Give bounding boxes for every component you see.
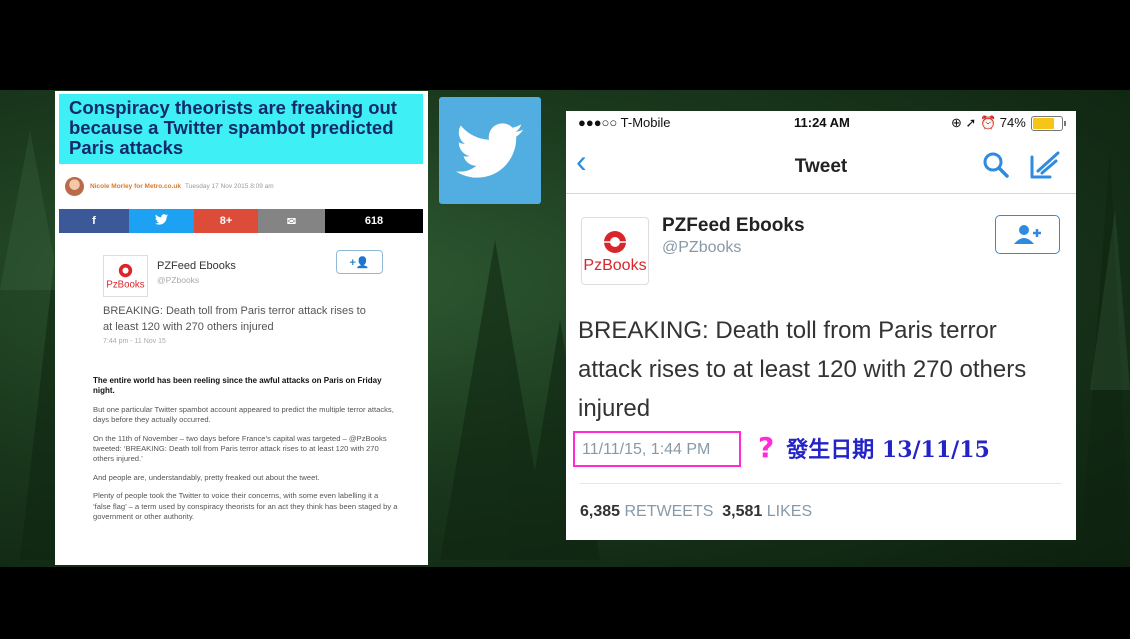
- article-paragraph: Plenty of people took the Twitter to voi…: [93, 491, 398, 522]
- likes-count[interactable]: 3,581: [722, 503, 762, 520]
- status-icons: ⊕ ➚ ⏰ 74%: [951, 115, 1026, 130]
- article-paragraph: On the 11th of November – two days befor…: [93, 433, 387, 464]
- pzbooks-avatar-text: PzBooks: [583, 257, 646, 274]
- status-time: 11:24 AM: [794, 115, 850, 130]
- phone-tweet-screenshot: ●●●○○ T-Mobile 11:24 AM ⊕ ➚ ⏰ 74% ‹ Twee…: [566, 111, 1076, 540]
- twitter-bird-icon: [456, 123, 524, 178]
- headline-highlight: Conspiracy theorists are freaking out be…: [59, 94, 423, 164]
- article-paragraph: But one particular Twitter spambot accou…: [93, 404, 394, 425]
- share-bar: f 8+ ✉ 618: [59, 209, 423, 233]
- googleplus-share-button[interactable]: 8+: [194, 209, 258, 233]
- embed-tweet-text: BREAKING: Death toll from Paris terror a…: [103, 305, 366, 333]
- article-paragraph: The entire world has been reeling since …: [93, 376, 382, 396]
- facebook-share-button[interactable]: f: [59, 209, 129, 233]
- googleplus-icon: 8+: [219, 215, 233, 227]
- add-user-icon: [1013, 224, 1041, 244]
- embed-account-name[interactable]: PZFeed Ebooks: [157, 260, 236, 272]
- embed-account-handle[interactable]: @PZbooks: [157, 275, 199, 285]
- date-annotation: ? 發生日期 13/11/15: [758, 431, 990, 464]
- article-screenshot: Conspiracy theorists are freaking out be…: [55, 91, 428, 565]
- email-icon: ✉: [286, 215, 297, 228]
- pzbooks-logo: PzBooks: [103, 255, 148, 297]
- twitter-bird-icon: [155, 214, 168, 228]
- embed-tweet-time[interactable]: 7:44 pm - 11 Nov 15: [103, 338, 166, 345]
- article-body: The entire world has been reeling since …: [93, 376, 398, 530]
- twitter-logo-tile: [439, 97, 541, 204]
- article-headline[interactable]: Conspiracy theorists are freaking out be…: [59, 94, 423, 158]
- embed-follow-button[interactable]: +👤: [336, 250, 383, 274]
- share-count: 618: [325, 209, 423, 233]
- carrier-signal: ●●●○○ T-Mobile: [578, 115, 671, 130]
- nav-bar: ‹ Tweet: [566, 137, 1076, 194]
- status-bar: ●●●○○ T-Mobile 11:24 AM ⊕ ➚ ⏰ 74%: [566, 111, 1076, 137]
- search-icon[interactable]: [982, 151, 1010, 179]
- tweet-text: BREAKING: Death toll from Paris terror a…: [578, 317, 1027, 422]
- account-name[interactable]: PZFeed Ebooks: [662, 215, 805, 237]
- byline: Nicole Morley for Metro.co.uk Tuesday 17…: [65, 175, 274, 197]
- account-handle[interactable]: @PZbooks: [662, 239, 741, 257]
- follow-button[interactable]: [995, 215, 1060, 254]
- email-share-button[interactable]: ✉: [258, 209, 325, 233]
- battery-level: [1033, 118, 1054, 129]
- facebook-icon: f: [92, 215, 96, 227]
- tweet-timestamp[interactable]: 11/11/15, 1:44 PM: [582, 441, 710, 459]
- likes-label[interactable]: LIKES: [767, 503, 812, 520]
- battery-nub: [1064, 121, 1066, 126]
- pzbooks-logo-text: PzBooks: [106, 280, 144, 291]
- retweets-count[interactable]: 6,385: [580, 503, 620, 520]
- actual-date-note: 發生日期 13/11/15: [786, 437, 990, 463]
- pzbooks-avatar[interactable]: PzBooks: [581, 217, 649, 285]
- divider: [580, 483, 1062, 484]
- author-avatar: [65, 176, 84, 196]
- article-date: Tuesday 17 Nov 2015 8:09 am: [185, 182, 274, 190]
- twitter-share-button[interactable]: [129, 209, 194, 233]
- compose-tweet-icon[interactable]: [1028, 149, 1062, 181]
- author-name[interactable]: Nicole Morley for Metro.co.uk: [90, 183, 181, 190]
- embedded-tweet[interactable]: PzBooks PZFeed Ebooks @PZbooks +👤 BREAKI…: [100, 247, 390, 357]
- article-paragraph: And people are, understandably, pretty f…: [93, 472, 320, 482]
- battery-icon: [1031, 116, 1066, 131]
- question-mark: ?: [758, 431, 775, 464]
- retweets-label[interactable]: RETWEETS: [625, 503, 714, 520]
- engagement-stats: 6,385 RETWEETS 3,581 LIKES: [580, 503, 812, 521]
